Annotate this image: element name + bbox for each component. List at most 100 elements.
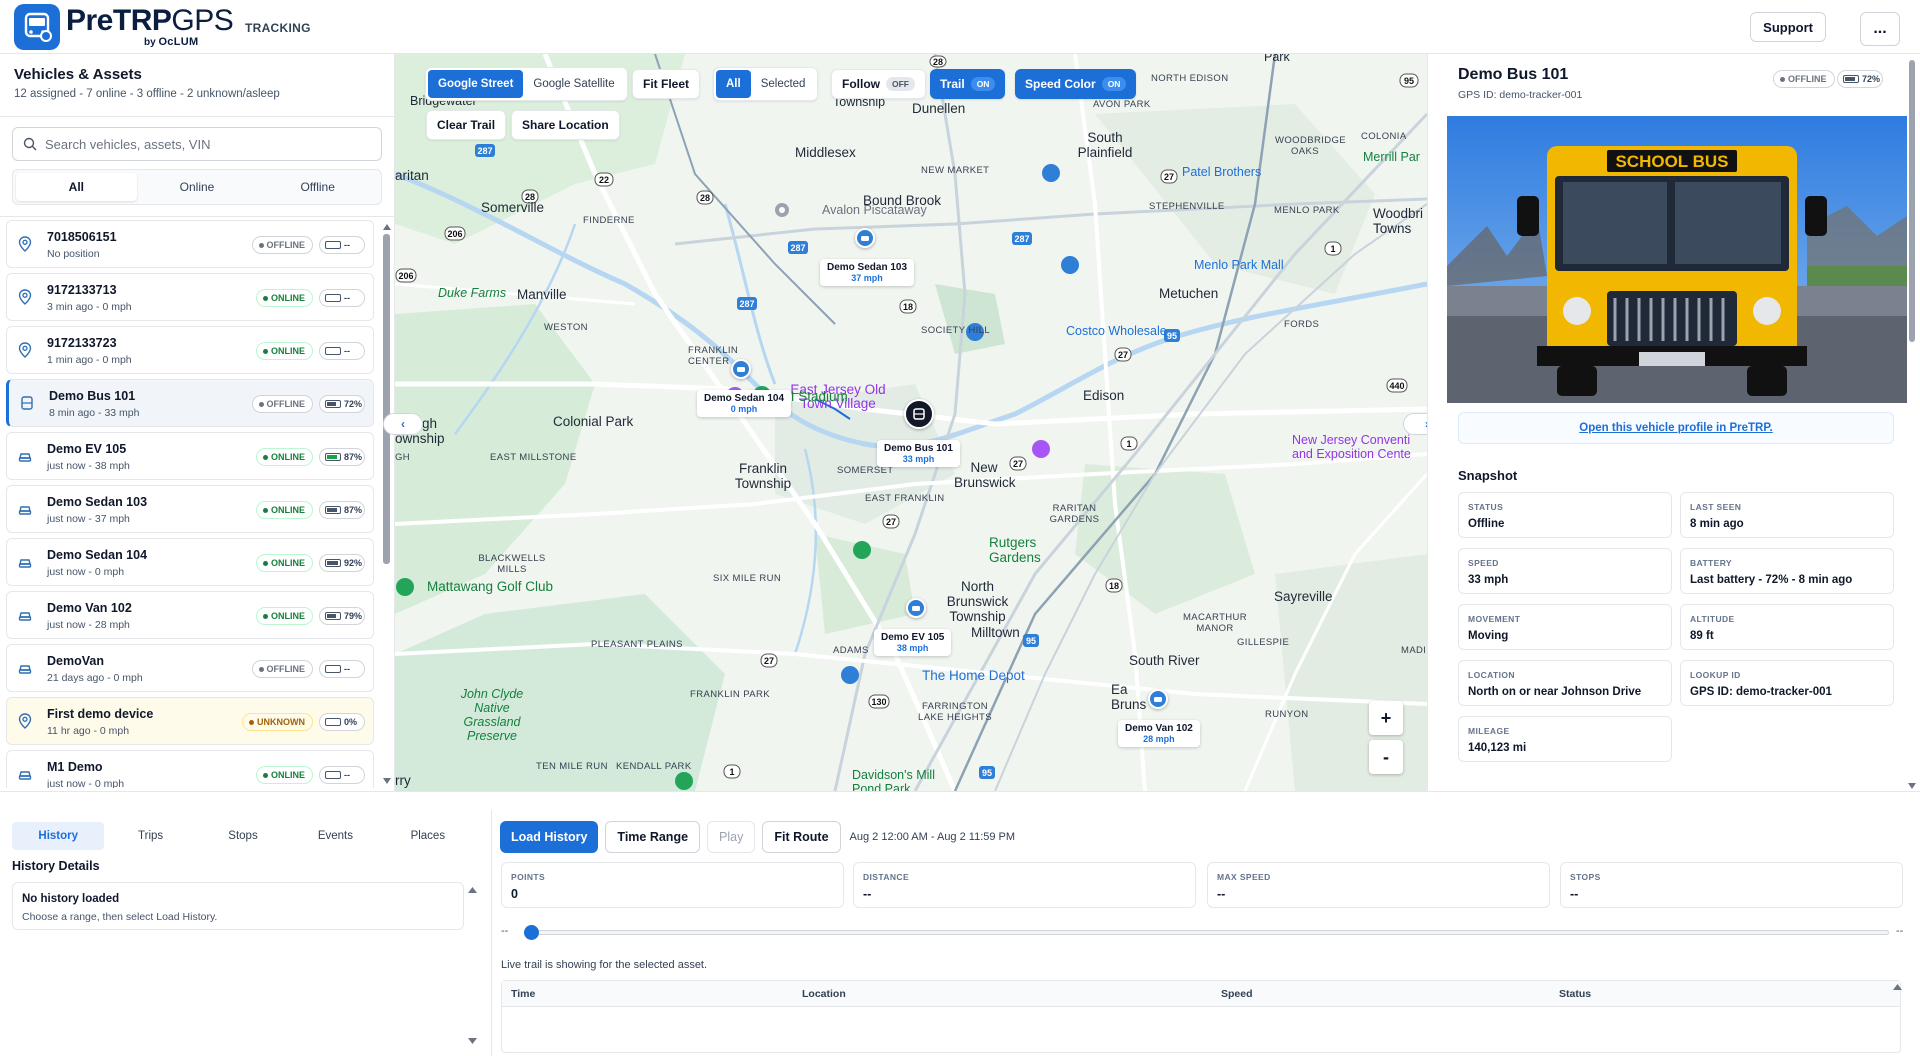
list-item[interactable]: 7018506151 No position OFFLINE --: [6, 220, 374, 268]
scope-all[interactable]: All: [716, 70, 751, 98]
scope-selected[interactable]: Selected: [751, 70, 816, 98]
vehicle-label-sedan-104[interactable]: Demo Sedan 104 0 mph: [697, 390, 792, 417]
filter-offline[interactable]: Offline: [257, 173, 378, 201]
scrollbar-thumb[interactable]: [1909, 60, 1915, 342]
map-label-franklin-township: Franklin Township: [734, 461, 792, 491]
vehicle-label-van-102[interactable]: Demo Van 102 28 mph: [1118, 720, 1200, 747]
vehicle-label-bus-101[interactable]: Demo Bus 101 33 mph: [877, 440, 960, 467]
playback-slider-thumb[interactable]: [524, 925, 539, 940]
collapse-left-panel-button[interactable]: ‹: [383, 413, 423, 435]
svg-text:27: 27: [764, 656, 774, 666]
time-range-button[interactable]: Time Range: [605, 821, 701, 853]
fit-route-button[interactable]: Fit Route: [762, 821, 841, 853]
list-item[interactable]: Demo Sedan 104 just now - 0 mph ONLINE 92%: [6, 538, 374, 586]
tab-history[interactable]: History: [12, 822, 105, 850]
fit-fleet-button[interactable]: Fit Fleet: [632, 69, 701, 99]
app-header: PreTRPGPS by OcLUM TRACKING Support ...: [0, 0, 1920, 54]
filter-all[interactable]: All: [16, 173, 137, 201]
list-item[interactable]: DemoVan 21 days ago - 0 mph OFFLINE --: [6, 644, 374, 692]
details-scrollbar[interactable]: [1908, 56, 1916, 789]
map-label-kendall-park: KENDALL PARK: [616, 761, 692, 772]
column-speed[interactable]: Speed: [1221, 988, 1253, 1000]
map-label-madison: MADISO: [1401, 645, 1427, 656]
brand-name: PreTRPGPS: [66, 4, 234, 37]
support-button[interactable]: Support: [1750, 12, 1826, 42]
list-item[interactable]: 9172133713 3 min ago - 0 mph ONLINE --: [6, 273, 374, 321]
list-item[interactable]: 9172133723 1 min ago - 0 mph ONLINE --: [6, 326, 374, 374]
column-status[interactable]: Status: [1559, 988, 1591, 1000]
chevron-left-icon: ‹: [401, 417, 405, 431]
scroll-up-arrow-icon[interactable]: [468, 887, 477, 893]
zoom-out-button[interactable]: -: [1369, 740, 1403, 774]
list-item[interactable]: Demo Sedan 103 just now - 37 mph ONLINE 87%: [6, 485, 374, 533]
vehicle-marker-sedan-103[interactable]: [855, 228, 875, 248]
play-button[interactable]: Play: [707, 821, 756, 853]
map-label-runyon: RUNYON: [1265, 709, 1309, 720]
tab-stops[interactable]: Stops: [197, 822, 289, 850]
list-item[interactable]: Demo Bus 101 8 min ago - 33 mph OFFLINE 72%: [6, 379, 374, 427]
vehicle-label-ev-105[interactable]: Demo EV 105 38 mph: [874, 629, 952, 656]
vehicle-details-panel: Demo Bus 101 GPS ID: demo-tracker-001 OF…: [1427, 54, 1920, 791]
vehicle-marker-bus-101[interactable]: [904, 399, 934, 429]
tab-trips[interactable]: Trips: [104, 822, 196, 850]
zoom-in-button[interactable]: +: [1369, 701, 1403, 735]
vehicle-marker-sedan-104[interactable]: [731, 359, 751, 379]
vehicle-last-seen: just now - 0 mph: [47, 778, 125, 788]
more-menu-button[interactable]: ...: [1860, 12, 1900, 46]
vehicle-label-sedan-103[interactable]: Demo Sedan 103 37 mph: [820, 259, 915, 286]
vehicles-sidebar: Vehicles & Assets 12 assigned - 7 online…: [0, 54, 395, 791]
battery-indicator: 92%: [319, 554, 365, 572]
vehicle-marker-ev-105[interactable]: [906, 598, 926, 618]
battery-icon: [325, 453, 341, 461]
car-icon: [18, 766, 32, 787]
open-profile-link[interactable]: Open this vehicle profile in PreTRP.: [1579, 422, 1772, 434]
scrollbar-thumb[interactable]: [383, 234, 390, 564]
vehicle-marker-van-102[interactable]: [1148, 689, 1168, 709]
svg-text:206: 206: [447, 229, 462, 239]
column-location[interactable]: Location: [802, 988, 846, 1000]
brand-logo[interactable]: [14, 4, 60, 50]
tab-events[interactable]: Events: [289, 822, 381, 850]
vehicle-list-scrollbar[interactable]: [383, 224, 391, 784]
list-item[interactable]: First demo device 11 hr ago - 0 mph UNKNOW…: [6, 697, 374, 745]
svg-text:27: 27: [1118, 350, 1128, 360]
share-location-button[interactable]: Share Location: [511, 110, 620, 140]
battery-icon: [325, 771, 341, 779]
snapshot-value: GPS ID: demo-tracker-001: [1690, 686, 1832, 698]
load-history-button[interactable]: Load History: [500, 821, 599, 853]
playback-slider-track[interactable]: [527, 930, 1889, 935]
map-label-south-plainfield: South Plainfield: [1077, 130, 1133, 160]
trail-state: ON: [970, 77, 996, 91]
battery-value: 0%: [344, 717, 358, 727]
scroll-down-arrow-icon[interactable]: [468, 1038, 477, 1044]
search-input[interactable]: Search vehicles, assets, VIN: [12, 127, 382, 161]
battery-value: --: [344, 240, 350, 250]
speed-color-toggle[interactable]: Speed Color ON: [1015, 69, 1137, 99]
follow-toggle[interactable]: Follow OFF: [831, 69, 926, 99]
details-title: Demo Bus 101: [1458, 66, 1569, 83]
map-label-milltown: Milltown: [971, 625, 1020, 640]
clear-trail-button[interactable]: Clear Trail: [426, 110, 507, 140]
map-type-google-satellite[interactable]: Google Satellite: [523, 70, 624, 98]
vehicle-last-seen: 1 min ago - 0 mph: [47, 354, 132, 366]
svg-text:95: 95: [982, 768, 992, 778]
history-empty-hint: Choose a range, then select Load History…: [22, 911, 218, 923]
svg-text:440: 440: [1389, 381, 1404, 391]
vehicle-last-seen: 3 min ago - 0 mph: [47, 301, 132, 313]
svg-text:287: 287: [477, 146, 492, 156]
map-label-colonia: COLONIA: [1361, 131, 1407, 142]
column-time[interactable]: Time: [511, 988, 535, 1000]
vehicle-label-speed: 0 mph: [730, 404, 758, 414]
map-label-woodbridge-township: Woodbri Towns: [1373, 206, 1424, 236]
list-item[interactable]: M1 Demo just now - 0 mph ONLINE --: [6, 750, 374, 788]
scroll-up-arrow-icon[interactable]: [1893, 984, 1902, 990]
slider-start-time: --: [501, 925, 509, 937]
map-view[interactable]: 287 22 28 28 287 206 206 287 287 18 27 9…: [395, 54, 1427, 791]
list-item[interactable]: Demo EV 105 just now - 38 mph ONLINE 87%: [6, 432, 374, 480]
trail-toggle[interactable]: Trail ON: [930, 69, 1006, 99]
list-item[interactable]: Demo Van 102 just now - 28 mph ONLINE 79%: [6, 591, 374, 639]
status-badge: ONLINE: [255, 342, 313, 360]
tab-places[interactable]: Places: [382, 822, 474, 850]
map-type-google-street[interactable]: Google Street: [428, 70, 524, 98]
filter-online[interactable]: Online: [137, 173, 258, 201]
